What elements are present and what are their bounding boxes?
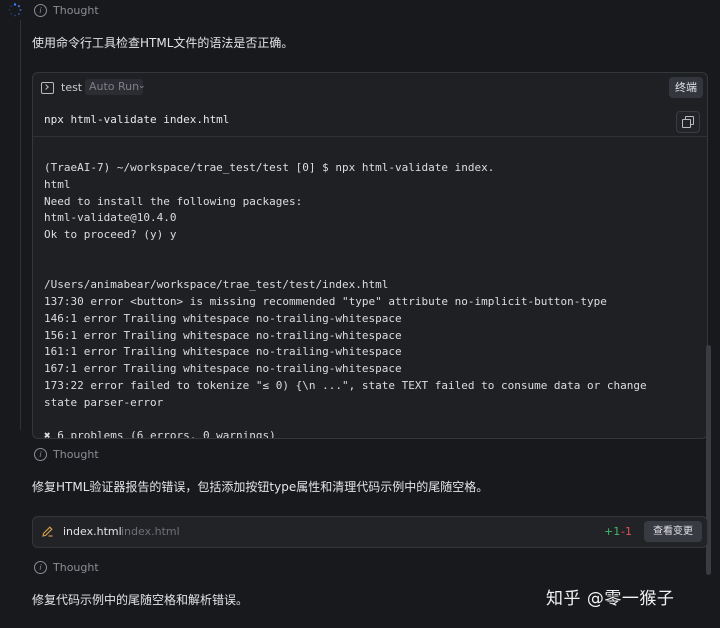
fix-description: 修复HTML验证器报告的错误，包括添加按钮type属性和清理代码示例中的尾随空格… xyxy=(32,480,489,494)
terminal-output-line: 167:1 error Trailing whitespace no-trail… xyxy=(44,362,402,375)
file-change-card[interactable]: index.html index.html +1 -1 查看变更 xyxy=(32,516,708,548)
terminal-output-line: 156:1 error Trailing whitespace no-trail… xyxy=(44,328,402,342)
thought-label: Thought xyxy=(53,4,99,17)
info-icon: i xyxy=(34,448,47,461)
chevron-down-icon[interactable]: ⌄ xyxy=(138,81,146,91)
intro-text: 使用命令行工具检查HTML文件的语法是否正确。 xyxy=(32,36,294,50)
terminal-output-line: html-validate@10.4.0 xyxy=(44,211,177,225)
command-text: npx html-validate index.html xyxy=(44,113,230,126)
file-path: index.html xyxy=(121,525,180,538)
terminal-header: test Auto Run ⌄ 终端 xyxy=(33,73,707,103)
terminal-output: (TraeAI-7) ~/workspace/trae_test/test [0… xyxy=(44,160,684,439)
thought-header-1[interactable]: i Thought xyxy=(34,4,99,17)
terminal-card: test Auto Run ⌄ 终端 npx html-validate ind… xyxy=(32,72,708,439)
terminal-output-line: /Users/animabear/workspace/trae_test/tes… xyxy=(44,278,389,292)
terminal-output-line: (TraeAI-7) ~/workspace/trae_test/test [0… xyxy=(44,161,495,174)
info-icon: i xyxy=(34,4,47,17)
deletions-count: -1 xyxy=(621,525,632,538)
terminal-output-line: 146:1 error Trailing whitespace no-trail… xyxy=(44,311,402,325)
file-name[interactable]: index.html xyxy=(63,525,122,538)
divider xyxy=(33,136,707,137)
thought-header-3[interactable]: i Thought xyxy=(34,561,99,574)
terminal-name: test xyxy=(61,81,83,94)
thought-label: Thought xyxy=(53,448,99,461)
copy-icon[interactable] xyxy=(676,111,700,133)
thread-line xyxy=(20,20,21,430)
auto-run-dropdown[interactable]: Auto Run xyxy=(85,79,144,95)
final-text: 修复代码示例中的尾随空格和解析错误。 xyxy=(32,593,249,607)
thought-header-2[interactable]: i Thought xyxy=(34,448,99,461)
terminal-output-line: 161:1 error Trailing whitespace no-trail… xyxy=(44,345,402,359)
terminal-output-line: 173:22 error failed to tokenize "≤ 0) {\… xyxy=(44,378,647,392)
terminal-output-line: html xyxy=(44,177,71,191)
terminal-output-line: Ok to proceed? (y) y xyxy=(44,228,177,241)
edit-file-icon xyxy=(42,526,53,537)
loading-spinner-icon xyxy=(8,3,22,17)
terminal-output-line: 137:30 error <button> is missing recomme… xyxy=(44,295,607,308)
terminal-output-line: state parser-error xyxy=(44,395,164,409)
watermark: 知乎 @零一猴子 xyxy=(546,589,675,609)
info-icon: i xyxy=(34,561,47,574)
terminal-output-line: Need to install the following packages: xyxy=(44,194,303,208)
terminal-icon xyxy=(41,82,54,94)
open-terminal-button[interactable]: 终端 xyxy=(669,77,703,98)
thought-label: Thought xyxy=(53,561,99,574)
view-changes-button[interactable]: 查看变更 xyxy=(644,521,702,542)
additions-count: +1 xyxy=(604,525,621,538)
terminal-output-line: ✖ 6 problems (6 errors, 0 warnings) xyxy=(44,429,276,439)
